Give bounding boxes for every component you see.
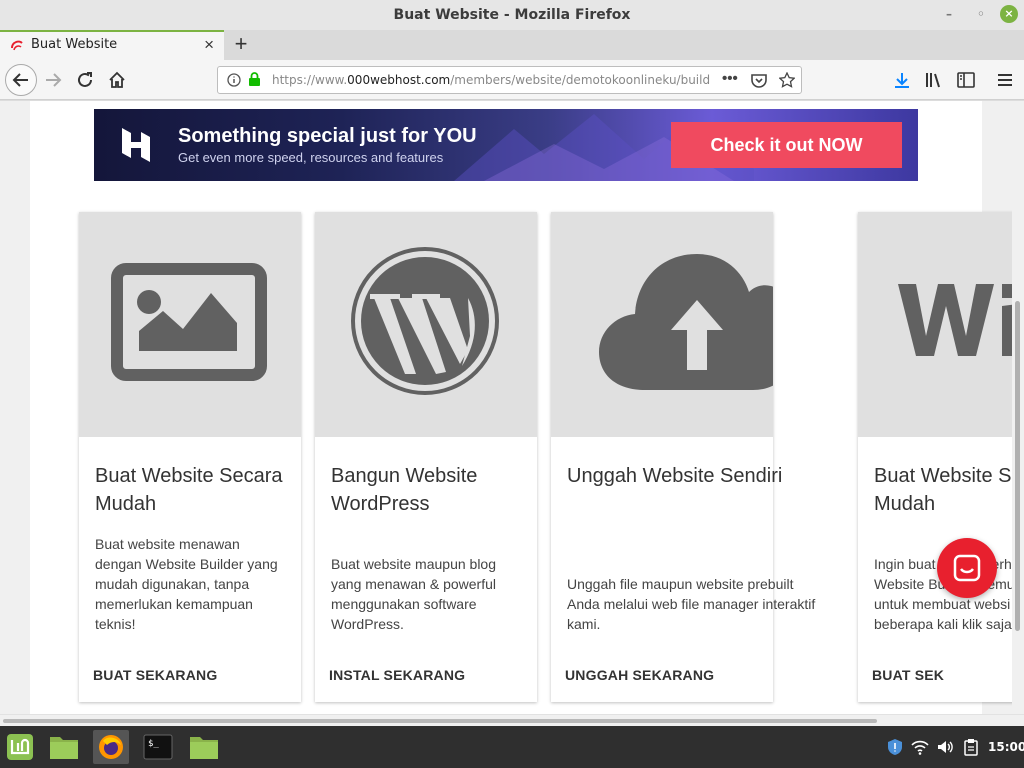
arrow-right-icon	[46, 73, 62, 87]
folder-icon	[190, 737, 218, 759]
pocket-icon[interactable]	[751, 73, 767, 88]
volume-icon[interactable]	[936, 738, 954, 756]
card-description: Unggah file maupun website prebuilt Anda …	[567, 576, 816, 632]
nav-bar: https://www.000webhost.com/members/websi…	[0, 60, 1024, 100]
image-icon	[111, 263, 267, 381]
chat-button[interactable]	[937, 538, 997, 598]
page-actions-icon[interactable]: •••	[722, 70, 738, 87]
card-title: Unggah Website Sendiri	[567, 465, 783, 487]
window-titlebar: Buat Website - Mozilla Firefox – ◦ ×	[0, 0, 1024, 30]
card-upload-website[interactable]: Unggah Website Sendiri Unggah file maupu…	[551, 212, 816, 702]
scroll-thumb[interactable]	[3, 719, 877, 723]
banner-title: Something special just for YOU	[178, 125, 477, 147]
url-bar[interactable]: https://www.000webhost.com/members/websi…	[217, 66, 802, 94]
card-title: Buat Website Se Mudah	[874, 465, 1023, 515]
scroll-thumb[interactable]	[1015, 301, 1020, 631]
card-image	[551, 212, 773, 437]
card-image	[79, 212, 301, 437]
home-button[interactable]	[104, 67, 130, 93]
card-wix[interactable]: Buat Website SeMudah Ingin buat web sede…	[858, 212, 1024, 702]
mint-menu-button[interactable]	[2, 730, 38, 764]
terminal-icon: $_	[143, 734, 173, 760]
wordpress-icon	[351, 247, 499, 395]
vertical-scrollbar[interactable]	[1012, 101, 1024, 714]
card-description: Buat website menawan dengan Website Build…	[95, 536, 278, 632]
svg-text:$_: $_	[148, 739, 159, 749]
firefox-icon	[99, 735, 123, 759]
horizontal-scrollbar[interactable]	[0, 714, 1024, 726]
wix-icon	[898, 284, 1018, 356]
tab-buat-website[interactable]: Buat Website ×	[0, 30, 224, 60]
promo-banner[interactable]: Something special just for YOU Get even …	[94, 109, 918, 181]
card-image	[858, 212, 1024, 437]
tab-title: Buat Website	[31, 37, 118, 52]
buat-sekarang-button[interactable]: BUAT SEKARANG	[93, 667, 217, 683]
wifi-icon[interactable]	[911, 738, 929, 756]
chat-icon	[953, 554, 981, 582]
card-title: Buat Website Secara Mudah	[95, 465, 283, 515]
buat-sekarang-button-2[interactable]: BUAT SEK	[872, 667, 944, 683]
cloud-upload-icon	[599, 254, 773, 390]
forward-button[interactable]	[40, 67, 66, 93]
menu-hamburger-icon[interactable]	[996, 71, 1014, 89]
terminal-button[interactable]: $_	[140, 730, 176, 764]
banner-subtitle: Get even more speed, resources and featu…	[178, 150, 444, 165]
shield-icon[interactable]	[886, 738, 904, 756]
arrow-left-icon	[12, 73, 28, 87]
taskbar: $_ 15:00	[0, 726, 1024, 768]
close-window-icon[interactable]: ×	[1000, 5, 1018, 23]
url-text: https://www.000webhost.com/members/websi…	[272, 73, 711, 87]
bookmark-star-icon[interactable]	[779, 72, 795, 88]
firefox-taskbar-button[interactable]	[93, 730, 129, 764]
library-icon[interactable]	[925, 71, 943, 89]
card-title: Bangun Website WordPress	[331, 465, 478, 515]
instal-sekarang-button[interactable]: INSTAL SEKARANG	[329, 667, 465, 683]
card-build-website[interactable]: Buat Website Secara Mudah Buat website me…	[79, 212, 301, 702]
000webhost-favicon-icon	[11, 40, 23, 51]
reload-icon	[78, 72, 92, 87]
home-icon	[109, 71, 125, 88]
window-title: Buat Website - Mozilla Firefox	[393, 7, 631, 23]
sidebar-icon[interactable]	[957, 71, 975, 89]
clipboard-icon[interactable]	[962, 738, 980, 756]
clock[interactable]: 15:00	[988, 740, 1024, 754]
reload-button[interactable]	[72, 67, 98, 93]
folder-icon	[50, 737, 78, 759]
check-it-out-button[interactable]: Check it out NOW	[671, 122, 902, 168]
download-icon[interactable]	[893, 71, 911, 89]
minimize-icon[interactable]: –	[940, 5, 958, 23]
card-image	[315, 212, 537, 437]
file-manager-button[interactable]	[46, 730, 82, 764]
linux-mint-icon	[7, 734, 33, 760]
hostinger-logo-icon	[122, 128, 150, 162]
card-description: Buat website maupun blog yang menawan & p…	[331, 556, 496, 632]
lock-icon[interactable]	[248, 72, 261, 87]
files-button[interactable]	[186, 730, 222, 764]
close-tab-icon[interactable]: ×	[204, 35, 214, 55]
info-icon[interactable]	[227, 73, 241, 87]
card-wordpress[interactable]: Bangun Website WordPress Buat website mau…	[315, 212, 537, 702]
tab-bar: Buat Website × +	[0, 30, 1024, 60]
page-content: Something special just for YOU Get even …	[0, 101, 1024, 714]
new-tab-icon[interactable]: +	[230, 31, 252, 57]
maximize-icon[interactable]: ◦	[972, 5, 990, 23]
unggah-sekarang-button[interactable]: UNGGAH SEKARANG	[565, 667, 714, 683]
back-button[interactable]	[5, 64, 37, 96]
